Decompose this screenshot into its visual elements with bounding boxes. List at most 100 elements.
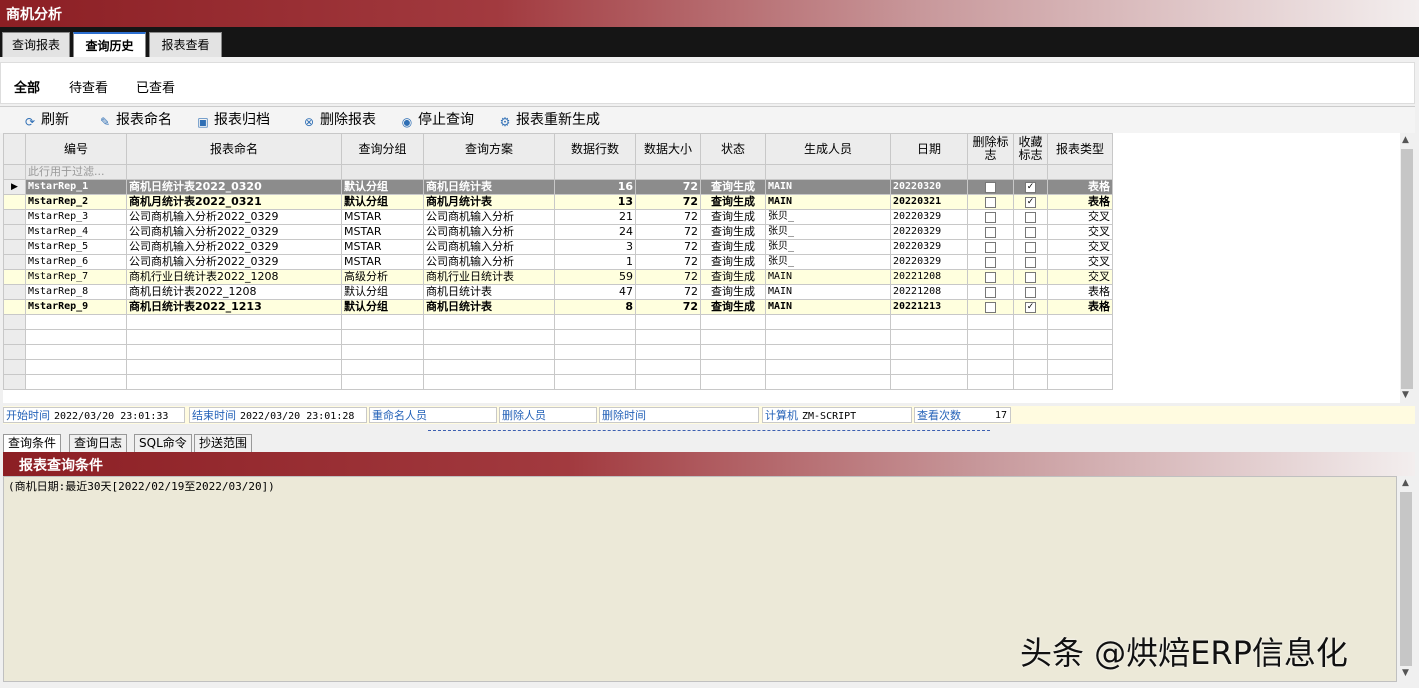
filter-cell[interactable] bbox=[554, 164, 636, 180]
cell-status[interactable]: 查询生成 bbox=[700, 194, 766, 210]
cell-plan[interactable]: 公司商机输入分析 bbox=[423, 209, 555, 225]
cell-id[interactable]: MstarRep_4 bbox=[25, 224, 127, 240]
cell-group[interactable]: 默认分组 bbox=[341, 194, 424, 210]
cell-type[interactable]: 交叉 bbox=[1047, 224, 1113, 240]
row-indicator[interactable] bbox=[3, 254, 26, 270]
column-header[interactable]: 状态 bbox=[700, 133, 766, 165]
archive-report-button[interactable]: ▣ 报表归档 bbox=[196, 110, 270, 130]
cell-size[interactable]: 72 bbox=[635, 254, 701, 270]
tab-sql-command[interactable]: SQL命令 bbox=[134, 434, 192, 452]
table-row[interactable]: MstarRep_4 公司商机输入分析2022_0329 MSTAR 公司商机输入分析… bbox=[3, 224, 1113, 240]
cell-type[interactable]: 表格 bbox=[1047, 284, 1113, 300]
cell-user[interactable]: MAIN bbox=[765, 269, 891, 285]
panel-scroll-thumb[interactable] bbox=[1400, 492, 1412, 666]
cell-type[interactable]: 交叉 bbox=[1047, 209, 1113, 225]
cell-id[interactable]: MstarRep_6 bbox=[25, 254, 127, 270]
cell-user[interactable]: 张贝_ bbox=[765, 239, 891, 255]
filter-cell[interactable] bbox=[341, 164, 424, 180]
cell-id[interactable]: MstarRep_7 bbox=[25, 269, 127, 285]
cell-date[interactable]: 20220320 bbox=[890, 179, 968, 195]
cell-date[interactable]: 20220329 bbox=[890, 239, 968, 255]
row-indicator[interactable] bbox=[3, 284, 26, 300]
cell-rows[interactable]: 16 bbox=[554, 179, 636, 195]
cell-status[interactable]: 查询生成 bbox=[700, 179, 766, 195]
panel-vertical-scrollbar[interactable]: ▲ ▼ bbox=[1398, 476, 1414, 682]
cell-date[interactable]: 20220329 bbox=[890, 224, 968, 240]
cell-plan[interactable]: 商机日统计表 bbox=[423, 179, 555, 195]
regenerate-report-button[interactable]: ⚙ 报表重新生成 bbox=[498, 110, 600, 130]
cell-rows[interactable]: 8 bbox=[554, 299, 636, 315]
favorite-flag-checkbox[interactable] bbox=[1025, 211, 1036, 223]
cell-plan[interactable]: 商机日统计表 bbox=[423, 284, 555, 300]
cell-size[interactable]: 72 bbox=[635, 284, 701, 300]
delete-flag-checkbox[interactable] bbox=[985, 241, 996, 253]
cell-plan[interactable]: 商机月统计表 bbox=[423, 194, 555, 210]
filter-cell[interactable]: 此行用于过滤... bbox=[25, 164, 127, 180]
row-indicator[interactable] bbox=[3, 269, 26, 285]
cell-name[interactable]: 公司商机输入分析2022_0329 bbox=[126, 254, 342, 270]
cell-size[interactable]: 72 bbox=[635, 239, 701, 255]
cell-name[interactable]: 商机日统计表2022_1213 bbox=[126, 299, 342, 315]
cell-status[interactable]: 查询生成 bbox=[700, 209, 766, 225]
panel-scroll-down-icon[interactable]: ▼ bbox=[1402, 668, 1409, 678]
delete-report-button[interactable]: ⊗ 删除报表 bbox=[302, 110, 376, 130]
cell-group[interactable]: 默认分组 bbox=[341, 284, 424, 300]
rename-report-button[interactable]: ✎ 报表命名 bbox=[98, 110, 172, 130]
tab-query-conditions[interactable]: 查询条件 bbox=[3, 434, 62, 452]
column-header[interactable]: 报表命名 bbox=[126, 133, 342, 165]
cell-date[interactable]: 20221208 bbox=[890, 269, 968, 285]
delete-flag-checkbox[interactable] bbox=[985, 271, 996, 283]
cell-rows[interactable]: 3 bbox=[554, 239, 636, 255]
column-header[interactable]: 编号 bbox=[25, 133, 127, 165]
cell-name[interactable]: 商机月统计表2022_0321 bbox=[126, 194, 342, 210]
tab-query-report[interactable]: 查询报表 bbox=[2, 32, 70, 57]
cell-name[interactable]: 商机日统计表2022_1208 bbox=[126, 284, 342, 300]
cell-group[interactable]: MSTAR bbox=[341, 239, 424, 255]
cell-type[interactable]: 表格 bbox=[1047, 179, 1113, 195]
row-indicator[interactable] bbox=[3, 194, 26, 210]
tab-query-log[interactable]: 查询日志 bbox=[69, 434, 128, 452]
cell-plan[interactable]: 公司商机输入分析 bbox=[423, 224, 555, 240]
cell-status[interactable]: 查询生成 bbox=[700, 254, 766, 270]
scroll-up-icon[interactable]: ▲ bbox=[1402, 135, 1409, 145]
cell-plan[interactable]: 商机行业日统计表 bbox=[423, 269, 555, 285]
cell-user[interactable]: MAIN bbox=[765, 194, 891, 210]
panel-scroll-up-icon[interactable]: ▲ bbox=[1402, 478, 1409, 488]
delete-flag-checkbox[interactable] bbox=[985, 196, 996, 208]
table-row[interactable]: MstarRep_5 公司商机输入分析2022_0329 MSTAR 公司商机输入分析… bbox=[3, 239, 1113, 255]
cell-status[interactable]: 查询生成 bbox=[700, 284, 766, 300]
cell-id[interactable]: MstarRep_9 bbox=[25, 299, 127, 315]
cell-group[interactable]: 高级分析 bbox=[341, 269, 424, 285]
cell-date[interactable]: 20220329 bbox=[890, 254, 968, 270]
row-indicator[interactable] bbox=[3, 239, 26, 255]
column-header[interactable]: 生成人员 bbox=[765, 133, 891, 165]
cell-name[interactable]: 商机日统计表2022_0320 bbox=[126, 179, 342, 195]
cell-plan[interactable]: 公司商机输入分析 bbox=[423, 254, 555, 270]
cell-date[interactable]: 20220321 bbox=[890, 194, 968, 210]
cell-user[interactable]: MAIN bbox=[765, 299, 891, 315]
cell-id[interactable]: MstarRep_3 bbox=[25, 209, 127, 225]
table-row[interactable]: ▶ MstarRep_1 商机日统计表2022_0320 默认分组 商机日统计表 16 72… bbox=[3, 179, 1113, 195]
table-row[interactable]: MstarRep_3 公司商机输入分析2022_0329 MSTAR 公司商机输入分析… bbox=[3, 209, 1113, 225]
stop-query-button[interactable]: ◉ 停止查询 bbox=[400, 110, 474, 130]
column-header[interactable]: 日期 bbox=[890, 133, 968, 165]
filter-cell[interactable] bbox=[423, 164, 555, 180]
cell-rows[interactable]: 47 bbox=[554, 284, 636, 300]
delete-flag-checkbox[interactable] bbox=[985, 301, 996, 313]
cell-name[interactable]: 公司商机输入分析2022_0329 bbox=[126, 224, 342, 240]
column-header[interactable]: 查询方案 bbox=[423, 133, 555, 165]
cell-rows[interactable]: 59 bbox=[554, 269, 636, 285]
filter-cell[interactable] bbox=[765, 164, 891, 180]
cell-status[interactable]: 查询生成 bbox=[700, 299, 766, 315]
cell-rows[interactable]: 13 bbox=[554, 194, 636, 210]
column-header[interactable]: 删除标志 bbox=[967, 133, 1014, 165]
cell-name[interactable]: 商机行业日统计表2022_1208 bbox=[126, 269, 342, 285]
cell-group[interactable]: MSTAR bbox=[341, 209, 424, 225]
favorite-flag-checkbox[interactable] bbox=[1025, 256, 1036, 268]
cell-plan[interactable]: 公司商机输入分析 bbox=[423, 239, 555, 255]
refresh-button[interactable]: ⟳ 刷新 bbox=[23, 110, 69, 130]
cell-user[interactable]: 张贝_ bbox=[765, 224, 891, 240]
cell-id[interactable]: MstarRep_8 bbox=[25, 284, 127, 300]
delete-flag-checkbox[interactable] bbox=[985, 211, 996, 223]
filter-all[interactable]: 全部 bbox=[14, 77, 40, 96]
